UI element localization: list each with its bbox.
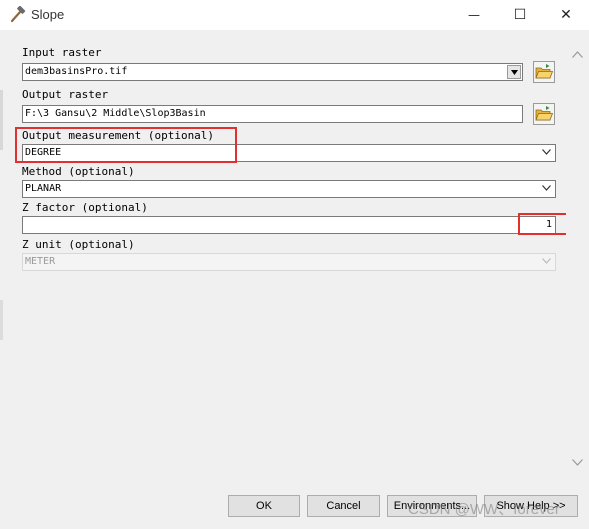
dropdown-arrow-icon <box>511 70 518 75</box>
input-raster-dropdown-button[interactable] <box>507 65 521 79</box>
hammer-icon <box>10 6 26 23</box>
output-raster-value: F:\3 Gansu\2 Middle\Slop3Basin <box>25 108 206 119</box>
input-raster-value: dem3basinsPro.tif <box>25 66 128 77</box>
open-folder-icon <box>535 64 554 79</box>
output-raster-browse-button[interactable] <box>533 103 555 125</box>
scroll-down-icon[interactable] <box>572 459 583 466</box>
measurement-highlight-box <box>15 127 237 163</box>
z-factor-label: Z factor (optional) <box>22 201 148 214</box>
input-raster-browse-button[interactable] <box>533 61 555 83</box>
input-raster-combobox[interactable]: dem3basinsPro.tif <box>22 63 523 81</box>
open-folder-icon <box>535 106 554 121</box>
parameters-panel: Input raster dem3basinsPro.tif Output ra… <box>11 30 566 490</box>
minimize-icon: — <box>468 8 480 22</box>
output-raster-field[interactable]: F:\3 Gansu\2 Middle\Slop3Basin <box>22 105 523 123</box>
cancel-button[interactable]: Cancel <box>307 495 380 517</box>
maximize-icon: ☐ <box>513 7 527 23</box>
z-unit-label: Z unit (optional) <box>22 238 135 251</box>
title-bar: Slope — ☐ ✕ <box>0 0 589 30</box>
method-value: PLANAR <box>25 183 62 194</box>
minimize-button[interactable]: — <box>451 0 497 30</box>
input-raster-label: Input raster <box>22 46 102 59</box>
chevron-down-icon <box>542 258 551 264</box>
z-factor-field[interactable]: 1 <box>22 216 556 234</box>
method-label: Method (optional) <box>22 165 135 178</box>
scroll-up-icon[interactable] <box>572 51 583 58</box>
z-unit-select: METER <box>22 253 556 271</box>
maximize-button[interactable]: ☐ <box>497 0 543 30</box>
method-select[interactable]: PLANAR <box>22 180 556 198</box>
close-button[interactable]: ✕ <box>543 0 589 30</box>
window-title: Slope <box>31 7 65 22</box>
chevron-down-icon <box>542 149 551 155</box>
ok-button[interactable]: OK <box>228 495 300 517</box>
left-background-strip <box>0 30 11 529</box>
close-icon: ✕ <box>560 7 572 23</box>
chevron-down-icon <box>542 185 551 191</box>
output-raster-label: Output raster <box>22 88 109 101</box>
watermark-text: CSDN @WW、forever <box>408 501 560 518</box>
z-unit-value: METER <box>25 256 56 267</box>
vertical-scrollbar[interactable] <box>566 30 589 490</box>
z-factor-highlight-box <box>518 213 569 235</box>
